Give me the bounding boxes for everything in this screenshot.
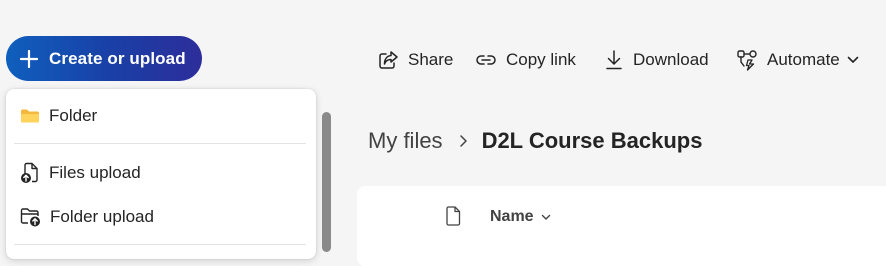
automate-label: Automate	[767, 50, 840, 69]
automate-icon	[737, 50, 757, 71]
share-button[interactable]: Share	[378, 50, 453, 70]
copy-link-label: Copy link	[506, 50, 576, 69]
share-icon	[379, 51, 398, 69]
menu-item-files-upload[interactable]: Files upload	[20, 162, 141, 184]
create-or-upload-button[interactable]: Create or upload	[6, 36, 202, 81]
name-column-header[interactable]: Name	[490, 208, 551, 226]
menu-item-folder-label: Folder	[49, 106, 98, 125]
file-upload-icon	[21, 162, 38, 183]
plus-icon	[19, 49, 39, 68]
menu-item-files-upload-label: Files upload	[49, 163, 141, 182]
folder-upload-icon	[20, 208, 40, 227]
menu-divider	[14, 244, 306, 245]
breadcrumb-current-folder: D2L Course Backups	[481, 128, 703, 153]
breadcrumb-my-files[interactable]: My files	[368, 128, 443, 154]
download-button[interactable]: Download	[604, 49, 709, 71]
create-or-upload-label: Create or upload	[49, 48, 186, 68]
download-icon	[606, 50, 622, 70]
link-icon	[476, 55, 496, 65]
chevron-right-icon	[459, 134, 468, 148]
menu-divider	[14, 143, 306, 144]
menu-item-folder-upload-label: Folder upload	[50, 207, 154, 226]
scrollbar-thumb[interactable]	[322, 112, 331, 252]
folder-icon	[21, 109, 39, 123]
download-label: Download	[633, 50, 709, 69]
file-list: Name	[357, 186, 886, 266]
file-type-column-icon	[445, 206, 461, 231]
file-icon	[446, 206, 461, 226]
menu-item-folder-upload[interactable]: Folder upload	[20, 207, 154, 227]
share-label: Share	[408, 50, 454, 69]
create-menu: Folder Files upload Folder upload	[6, 89, 316, 259]
name-column-label: Name	[490, 208, 534, 225]
chevron-down-icon	[847, 56, 859, 63]
copy-link-button[interactable]: Copy link	[475, 50, 576, 70]
breadcrumb: My files D2L Course Backups	[368, 128, 702, 154]
automate-button[interactable]: Automate	[736, 49, 859, 71]
chevron-down-icon	[541, 214, 550, 220]
menu-item-folder[interactable]: Folder	[20, 106, 97, 126]
